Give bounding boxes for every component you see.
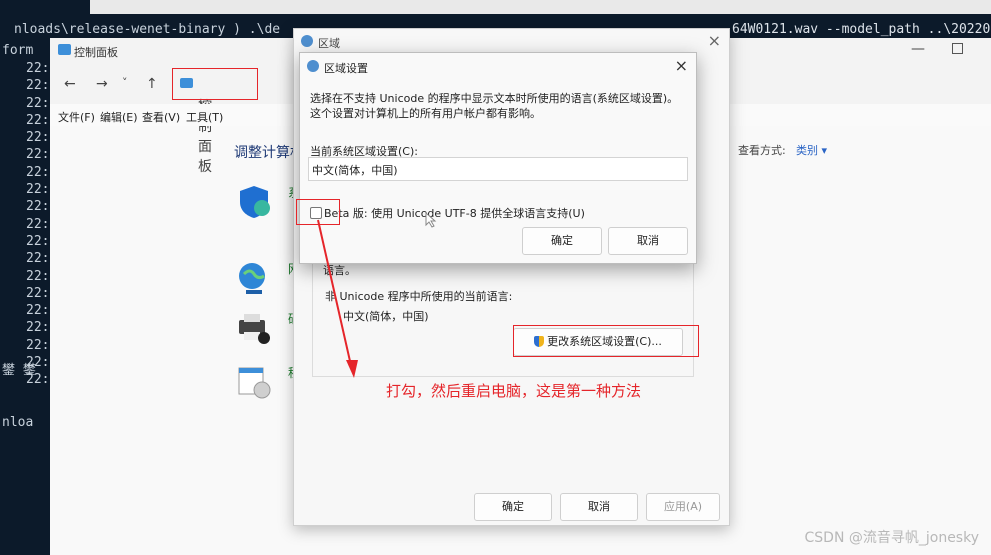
shield-icon — [240, 186, 270, 218]
terminal-row: 22: — [26, 285, 50, 301]
terminal-garbled-text: 鐢 鐢 — [2, 363, 36, 378]
terminal-row: 22: — [26, 95, 50, 111]
control-panel-title: 控制面板 — [74, 46, 118, 59]
region-settings-title: 区域设置 — [324, 62, 368, 75]
minimize-button[interactable]: — — [911, 41, 925, 57]
printer-icon — [239, 314, 270, 344]
terminal-row: 22: — [26, 164, 50, 180]
terminal-tail-text: nloa — [2, 415, 34, 430]
region-apply-button[interactable]: 应用(A) — [646, 493, 720, 521]
terminal-row: 22: — [26, 78, 50, 94]
forward-arrow-icon[interactable]: → — [96, 76, 108, 92]
view-by-dropdown[interactable]: 类别 ▾ — [796, 142, 827, 158]
network-icon — [239, 263, 265, 294]
terminal-command-line-right: 64W0121.wav --model_path ..\20220 — [732, 22, 991, 37]
terminal-row: 22: — [26, 216, 50, 232]
terminal-rows: 22: 22: 22: 22: 22: 22: 22: 22: 22: 22: 22: 22: 22: 2… — [26, 60, 49, 389]
menu-view[interactable]: 查看(V) — [142, 109, 180, 125]
terminal-output: form — [2, 42, 33, 59]
terminal-command-line: nloads\release-wenet-binary ) .\de — [14, 22, 281, 37]
menu-file[interactable]: 文件(F) — [58, 109, 95, 125]
terminal-row: 22: — [26, 182, 50, 198]
watermark: CSDN @流音寻帆_jonesky — [804, 530, 980, 546]
terminal-row: 22: — [26, 199, 50, 215]
globe-icon — [301, 35, 313, 47]
chevron-down-icon: ⌄ — [312, 161, 321, 172]
region-cancel-button[interactable]: 取消 — [560, 493, 638, 521]
up-arrow-icon[interactable]: ↑ — [146, 76, 158, 92]
region-settings-ok-button[interactable]: 确定 — [522, 227, 602, 255]
history-dropdown-icon[interactable]: ˅ — [122, 76, 128, 89]
back-arrow-icon[interactable]: ← — [64, 76, 76, 92]
region-ok-button[interactable]: 确定 — [474, 493, 552, 521]
highlight-box-address — [172, 68, 258, 100]
cursor-icon — [425, 211, 437, 228]
terminal-prompt: form — [2, 43, 34, 58]
close-icon[interactable]: × — [675, 56, 688, 75]
menu-tools[interactable]: 工具(T) — [186, 109, 223, 125]
terminal-row: 22: — [26, 147, 50, 163]
close-icon[interactable]: × — [708, 31, 721, 50]
terminal-row: 22: — [26, 303, 50, 319]
terminal-row: 22: — [26, 130, 50, 146]
terminal-row: 22: — [26, 112, 50, 128]
highlight-box-change-locale — [513, 325, 699, 357]
terminal-row: 22: — [26, 320, 50, 336]
region-settings-cancel-button[interactable]: 取消 — [608, 227, 688, 255]
region-settings-description: 选择在不支持 Unicode 的程序中显示文本时所使用的语言(系统区域设置)。这… — [310, 92, 679, 120]
terminal-row: 22: — [26, 61, 50, 76]
maximize-button[interactable] — [952, 43, 963, 54]
terminal-row: 22: — [26, 337, 50, 353]
system-locale-select[interactable]: 中文(简体，中国) ⌄ — [308, 157, 688, 181]
terminal-garbled: 鐢 鐢 — [2, 362, 36, 379]
terminal-row: 22: — [26, 251, 50, 267]
annotation-arrow-icon — [317, 219, 358, 378]
region-dialog-title: 区域 — [318, 37, 340, 50]
annotation-text: 打勾，然后重启电脑，这是第一种方法 — [386, 382, 642, 400]
terminal-tail: nloa — [2, 414, 33, 431]
terminal-row: 22: — [26, 233, 50, 249]
globe-icon — [307, 60, 319, 72]
terminal-top-bar — [90, 0, 991, 14]
menu-edit[interactable]: 编辑(E) — [100, 109, 138, 125]
programs-icon — [238, 367, 271, 399]
view-by-label: 查看方式: — [738, 144, 786, 157]
terminal-row: 22: — [26, 268, 50, 284]
control-panel-icon — [58, 44, 71, 55]
